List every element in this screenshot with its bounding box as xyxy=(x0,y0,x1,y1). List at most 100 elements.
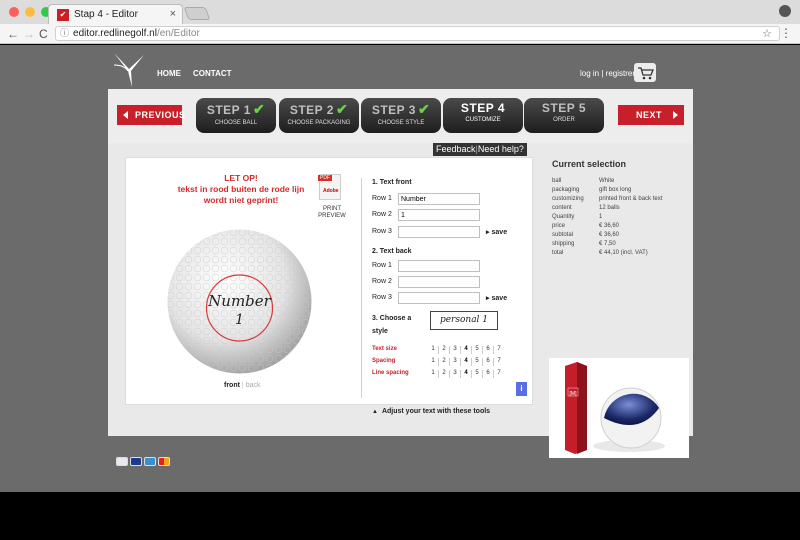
selection-value: € 7,50 xyxy=(599,241,616,247)
feedback-link[interactable]: Feedback xyxy=(436,144,476,154)
checkmark-icon: ✔ xyxy=(417,101,431,117)
close-window-button[interactable] xyxy=(9,7,19,17)
pdf-icon[interactable]: PDF Adobe xyxy=(318,174,341,200)
adjust-hint: Adjust your text with these tools xyxy=(372,408,490,415)
selection-row: total € 44,10 (incl. VAT) xyxy=(552,249,687,258)
info-icon[interactable]: ⓘ xyxy=(60,27,69,40)
step-5-button[interactable]: STEP 5 ORDER xyxy=(524,98,604,133)
step-3-label: CHOOSE STYLE xyxy=(377,120,425,126)
back-row-3-label: Row 3 xyxy=(372,294,392,301)
new-tab-button[interactable] xyxy=(183,7,211,20)
redline-logo-icon[interactable] xyxy=(112,51,146,87)
tool-option[interactable]: 7 xyxy=(494,358,504,364)
back-row-3-input[interactable] xyxy=(398,292,480,304)
tool-separator xyxy=(471,370,472,378)
print-preview-line-2: PREVIEW xyxy=(318,213,346,219)
selection-value: White xyxy=(599,178,615,184)
minimize-window-button[interactable] xyxy=(25,7,35,17)
tool-option[interactable]: 7 xyxy=(494,346,504,352)
tool-option[interactable]: 2 xyxy=(439,358,449,364)
tab-title: Stap 4 - Editor xyxy=(74,9,138,20)
tool-option[interactable]: 1 xyxy=(428,346,438,352)
browser-menu-icon[interactable]: ⋮ xyxy=(780,26,792,40)
step-1-number-text: STEP 1 xyxy=(206,103,251,117)
tool-option[interactable]: 4 xyxy=(461,346,471,352)
bookmark-star-icon[interactable]: ☆ xyxy=(762,27,772,40)
browser-toolbar: ← → C ⓘ editor.redlinegolf.nl/en/Editor ☆… xyxy=(0,24,800,44)
tool-option[interactable]: 5 xyxy=(472,358,482,364)
help-bar: Feedback|Need help? xyxy=(433,143,527,156)
selection-value: € 36,60 xyxy=(599,232,620,238)
step-4-button[interactable]: STEP 4 CUSTOMIZE xyxy=(443,98,523,133)
forward-button[interactable]: → xyxy=(23,27,35,41)
step-2-label: CHOOSE PACKAGING xyxy=(287,120,351,126)
selection-row: price € 36,60 xyxy=(552,222,687,231)
side-separator: | xyxy=(241,382,244,389)
step-2-button[interactable]: STEP 2 ✔ CHOOSE PACKAGING xyxy=(279,98,359,133)
tool-option[interactable]: 1 xyxy=(428,370,438,376)
checkmark-icon: ✔ xyxy=(335,101,349,117)
login-register-link[interactable]: log in | registrer xyxy=(580,69,635,78)
selection-key: shipping xyxy=(552,241,575,247)
cart-button[interactable] xyxy=(634,63,656,82)
tool-option[interactable]: 4 xyxy=(461,358,471,364)
style-selector[interactable]: personal 1 xyxy=(430,311,498,330)
previous-button[interactable]: PREVIOUS xyxy=(117,105,185,125)
front-row-1-label: Row 1 xyxy=(372,195,392,202)
step-3-button[interactable]: STEP 3 ✔ CHOOSE STYLE xyxy=(361,98,441,133)
warning-line-3: wordt niet geprint! xyxy=(203,195,279,205)
profile-icon[interactable] xyxy=(779,5,791,17)
tool-option[interactable]: 3 xyxy=(450,370,460,376)
tool-option[interactable]: 2 xyxy=(439,346,449,352)
tool-option[interactable]: 6 xyxy=(483,358,493,364)
front-row-2-input[interactable] xyxy=(398,209,480,221)
ball-text-line-1: Number xyxy=(207,292,271,310)
need-help-link[interactable]: Need help? xyxy=(478,144,524,154)
tool-option[interactable]: 5 xyxy=(472,346,482,352)
tool-option[interactable]: 3 xyxy=(450,346,460,352)
tool-option[interactable]: 3 xyxy=(450,358,460,364)
next-button[interactable]: NEXT xyxy=(618,105,684,125)
tool-row: Text size 1 2 3 4 5 6 7 xyxy=(372,346,532,355)
front-row-1-input[interactable] xyxy=(398,193,480,205)
browser-tab[interactable]: ✔ Stap 4 - Editor × xyxy=(48,4,183,24)
front-row-3-input[interactable] xyxy=(398,226,480,238)
tool-option[interactable]: 6 xyxy=(483,370,493,376)
selection-row: Quantity 1 xyxy=(552,213,687,222)
tool-separator xyxy=(493,370,494,378)
back-row-1-input[interactable] xyxy=(398,260,480,272)
tool-separator xyxy=(449,370,450,378)
back-row-2-input[interactable] xyxy=(398,276,480,288)
step-1-button[interactable]: STEP 1 ✔ CHOOSE BALL xyxy=(196,98,276,133)
step-bar: PREVIOUS STEP 1 ✔ CHOOSE BALL STEP 2 ✔ CHO… xyxy=(108,89,693,143)
tool-option[interactable]: 1 xyxy=(428,358,438,364)
print-warning: LET OP! tekst in rood buiten de rode lij… xyxy=(156,173,326,206)
info-button[interactable]: i xyxy=(516,382,527,396)
nav-home[interactable]: HOME xyxy=(157,69,181,78)
tool-separator xyxy=(471,346,472,354)
step-4-number: STEP 4 xyxy=(460,101,506,115)
save-back-button[interactable]: save xyxy=(486,294,508,302)
tool-option[interactable]: 7 xyxy=(494,370,504,376)
choose-style-line-1: 3. Choose a xyxy=(372,315,412,322)
tool-separator xyxy=(482,358,483,366)
back-button[interactable]: ← xyxy=(7,27,19,41)
visa-icon xyxy=(130,457,142,466)
tab-close-icon[interactable]: × xyxy=(170,8,176,20)
golf-ball-preview[interactable]: Number 1 xyxy=(166,228,313,375)
side-back-link[interactable]: back xyxy=(246,382,261,389)
save-front-button[interactable]: save xyxy=(486,228,508,236)
nav-contact[interactable]: CONTACT xyxy=(193,69,232,78)
selection-row: subtotal € 36,60 xyxy=(552,231,687,240)
tool-option[interactable]: 5 xyxy=(472,370,482,376)
selection-title: Current selection xyxy=(552,159,627,169)
tool-option[interactable]: 6 xyxy=(483,346,493,352)
tool-option[interactable]: 2 xyxy=(439,370,449,376)
address-bar[interactable]: ⓘ editor.redlinegolf.nl/en/Editor xyxy=(55,26,780,41)
reload-button[interactable]: C xyxy=(39,27,48,41)
step-5-number: STEP 5 xyxy=(541,101,587,115)
print-preview-link[interactable]: PRINT PREVIEW xyxy=(315,206,349,220)
cart-icon xyxy=(638,67,654,80)
side-front-link[interactable]: front xyxy=(224,382,240,389)
tool-option[interactable]: 4 xyxy=(461,370,471,376)
